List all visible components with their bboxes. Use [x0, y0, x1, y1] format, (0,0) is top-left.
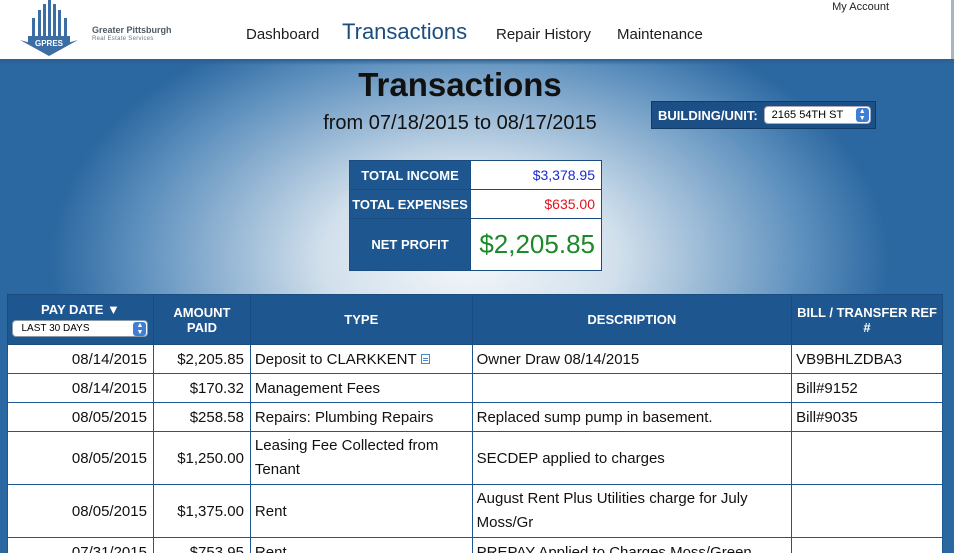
type-header: TYPE	[249, 294, 473, 345]
row-amount: $753.95	[152, 537, 251, 553]
ref-header-line1: BILL / TRANSFER REF	[797, 304, 937, 320]
row-description	[471, 373, 793, 403]
date-range-select[interactable]: LAST 30 DAYS ▲ ▼	[12, 320, 149, 337]
summary-income-row: TOTAL INCOME $3,378.95	[349, 160, 602, 190]
row-amount: $258.58	[152, 402, 251, 432]
row-description: August Rent Plus Utilities charge for Ju…	[471, 484, 793, 538]
row-amount: $170.32	[152, 373, 251, 403]
pay-date-sort-label[interactable]: PAY DATE ▼	[8, 302, 153, 317]
summary-table: TOTAL INCOME $3,378.95 TOTAL EXPENSES $6…	[349, 160, 602, 271]
row-date: 08/14/2015	[7, 344, 154, 374]
row-type: Rent	[249, 537, 473, 553]
row-description: SECDEP applied to charges	[471, 431, 793, 485]
row-amount: $1,375.00	[152, 484, 251, 538]
net-profit-value: $2,205.85	[470, 218, 602, 271]
my-account-link[interactable]: My Account	[832, 1, 889, 13]
gpres-logo[interactable]: GPRES Greater Pittsburgh Real Estate Ser…	[18, 0, 172, 58]
row-ref-link[interactable]: Bill#9152	[791, 373, 943, 403]
total-expenses-label: TOTAL EXPENSES	[349, 189, 471, 219]
amount-paid-header: AMOUNT PAID	[152, 294, 251, 345]
page-title: Transactions	[358, 66, 562, 103]
row-description: PREPAY Applied to Charges Moss/Green	[471, 537, 793, 553]
nav-repair-history[interactable]: Repair History	[496, 26, 591, 43]
row-type: Deposit to CLARKKENT	[249, 344, 473, 374]
top-header: GPRES Greater Pittsburgh Real Estate Ser…	[0, 0, 954, 59]
select-arrows-icon: ▲ ▼	[133, 322, 147, 336]
pay-date-header[interactable]: PAY DATE ▼ LAST 30 DAYS ▲ ▼	[7, 294, 154, 345]
total-income-value: $3,378.95	[470, 160, 602, 190]
building-unit-label: BUILDING/UNIT:	[658, 107, 758, 123]
row-date: 08/05/2015	[7, 484, 154, 538]
nav-dashboard[interactable]: Dashboard	[246, 26, 319, 43]
row-ref	[791, 431, 943, 485]
row-amount: $2,205.85	[152, 344, 251, 374]
logo-line-1: Greater Pittsburgh	[92, 25, 172, 35]
building-logo-icon: GPRES	[20, 0, 78, 56]
table-row: 08/14/2015 $2,205.85 Deposit to CLARKKEN…	[7, 344, 943, 374]
row-date: 08/05/2015	[7, 431, 154, 485]
amount-header-line2: PAID	[186, 319, 217, 335]
row-date: 07/31/2015	[7, 537, 154, 553]
summary-profit-row: NET PROFIT $2,205.85	[349, 218, 602, 271]
table-row: 07/31/2015 $753.95 Rent PREPAY Applied t…	[7, 537, 943, 553]
table-row: 08/05/2015 $1,375.00 Rent August Rent Pl…	[7, 484, 943, 538]
row-type: Rent	[249, 484, 473, 538]
nav-transactions[interactable]: Transactions	[342, 19, 467, 45]
row-ref	[791, 484, 943, 538]
logo-badge-text: GPRES	[35, 39, 64, 48]
table-row: 08/05/2015 $1,250.00 Leasing Fee Collect…	[7, 431, 943, 485]
row-type-text: Deposit to CLARKKENT	[254, 350, 417, 368]
transactions-table: PAY DATE ▼ LAST 30 DAYS ▲ ▼ AMOUNT PAID T…	[7, 294, 943, 553]
row-ref-link[interactable]: Bill#9035	[791, 402, 943, 432]
main-top-shadow	[0, 59, 954, 65]
row-date: 08/05/2015	[7, 402, 154, 432]
row-type: Leasing Fee Collected from Tenant	[249, 431, 473, 485]
row-description: Replaced sump pump in basement.	[471, 402, 793, 432]
row-ref	[791, 537, 943, 553]
ref-header: BILL / TRANSFER REF #	[791, 294, 943, 345]
building-unit-select[interactable]: 2165 54TH ST ▲ ▼	[763, 106, 871, 124]
row-ref: VB9BHLZDBA3	[791, 344, 943, 374]
row-type: Repairs: Plumbing Repairs	[249, 402, 473, 432]
net-profit-label: NET PROFIT	[349, 218, 471, 271]
description-header: DESCRIPTION	[471, 294, 793, 345]
row-type: Management Fees	[249, 373, 473, 403]
building-unit-value: 2165 54TH ST	[771, 109, 844, 121]
select-arrows-icon: ▲ ▼	[855, 108, 869, 122]
building-unit-selector: BUILDING/UNIT: 2165 54TH ST ▲ ▼	[651, 101, 876, 129]
total-expenses-value: $635.00	[470, 189, 602, 219]
summary-expenses-row: TOTAL EXPENSES $635.00	[349, 189, 602, 219]
logo-line-2: Real Estate Services	[92, 36, 154, 42]
document-icon[interactable]	[420, 353, 430, 364]
amount-header-line1: AMOUNT	[173, 304, 231, 320]
row-amount: $1,250.00	[152, 431, 251, 485]
table-row: 08/14/2015 $170.32 Management Fees Bill#…	[7, 373, 943, 403]
table-header-row: PAY DATE ▼ LAST 30 DAYS ▲ ▼ AMOUNT PAID T…	[7, 294, 943, 345]
ref-header-line2: #	[863, 319, 871, 335]
total-income-label: TOTAL INCOME	[349, 160, 471, 190]
row-description: Owner Draw 08/14/2015	[471, 344, 793, 374]
row-date: 08/14/2015	[7, 373, 154, 403]
date-range-value: LAST 30 DAYS	[21, 323, 90, 334]
nav-maintenance[interactable]: Maintenance	[617, 26, 703, 43]
table-row: 08/05/2015 $258.58 Repairs: Plumbing Rep…	[7, 402, 943, 432]
logo-text: Greater Pittsburgh Real Estate Services	[92, 25, 172, 43]
